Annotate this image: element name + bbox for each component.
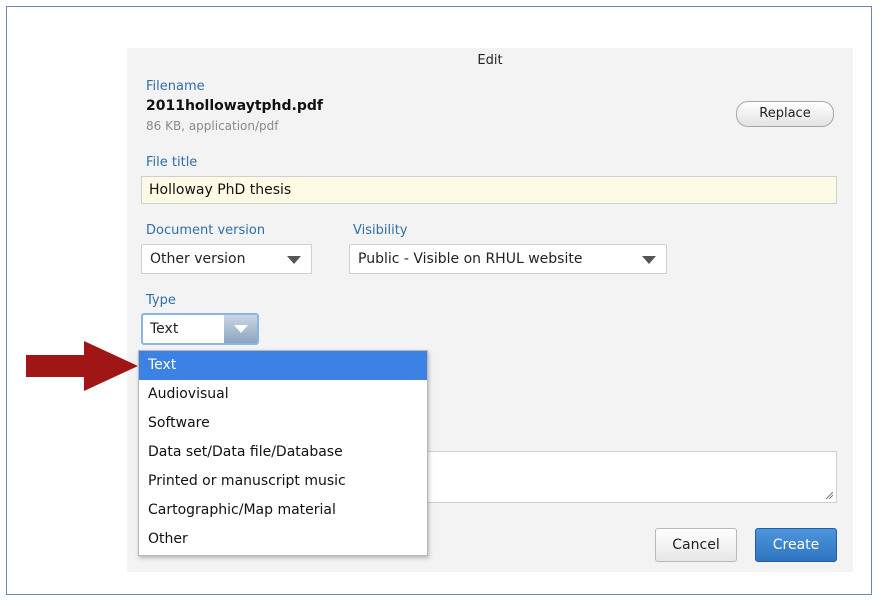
create-button[interactable]: Create <box>755 528 837 562</box>
resize-grip-icon[interactable] <box>825 491 833 499</box>
right-arrow-icon <box>26 341 138 391</box>
type-option-other[interactable]: Other <box>139 525 427 554</box>
document-version-select[interactable]: Other version <box>141 244 312 274</box>
replace-button[interactable]: Replace <box>736 101 834 127</box>
filename-value: 2011hollowaytphd.pdf <box>146 98 323 114</box>
visibility-label: Visibility <box>353 223 408 238</box>
visibility-select[interactable]: Public - Visible on RHUL website <box>349 244 667 274</box>
cancel-button[interactable]: Cancel <box>655 528 737 562</box>
file-title-input[interactable]: Holloway PhD thesis <box>141 176 837 204</box>
chevron-down-icon <box>287 256 301 264</box>
type-option-audiovisual[interactable]: Audiovisual <box>139 380 427 409</box>
description-textarea[interactable] <box>423 451 837 503</box>
document-version-label: Document version <box>146 223 266 238</box>
type-option-text[interactable]: Text <box>139 351 427 380</box>
type-option-music[interactable]: Printed or manuscript music <box>139 467 427 496</box>
dialog-title: Edit <box>477 53 503 68</box>
type-option-cartographic[interactable]: Cartographic/Map material <box>139 496 427 525</box>
file-title-label: File title <box>146 155 198 170</box>
chevron-down-icon <box>234 325 248 333</box>
chevron-down-icon <box>642 256 656 264</box>
type-dropdown-list: Text Audiovisual Software Data set/Data … <box>138 350 428 556</box>
file-meta: 86 KB, application/pdf <box>146 119 279 133</box>
type-option-dataset[interactable]: Data set/Data file/Database <box>139 438 427 467</box>
type-dropdown-button[interactable] <box>224 315 257 343</box>
type-select[interactable]: Text <box>141 313 259 345</box>
filename-label: Filename <box>146 79 205 94</box>
visibility-value: Public - Visible on RHUL website <box>358 251 583 267</box>
type-value: Text <box>150 321 179 337</box>
type-label: Type <box>146 293 176 308</box>
type-option-software[interactable]: Software <box>139 409 427 438</box>
document-version-value: Other version <box>150 251 246 267</box>
